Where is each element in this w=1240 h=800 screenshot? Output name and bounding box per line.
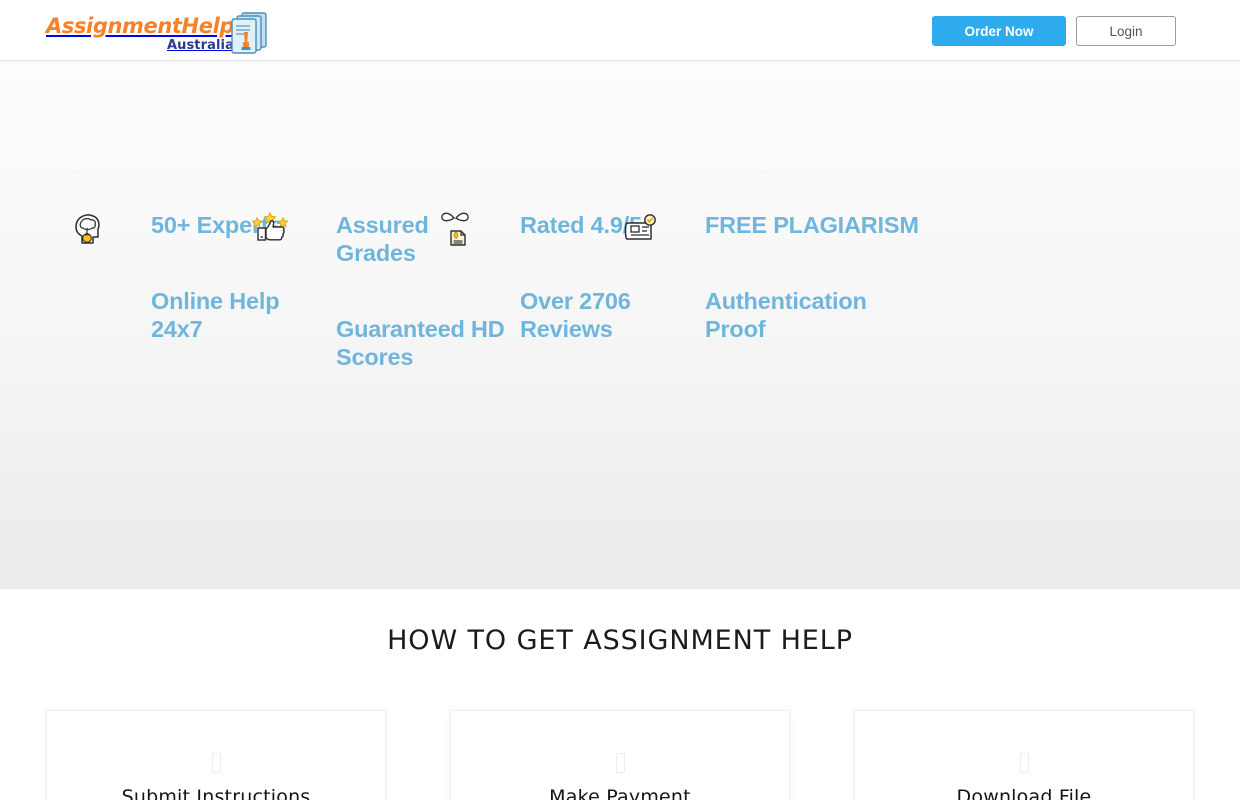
site-logo[interactable]: AssignmentHelp Australia — [46, 4, 270, 56]
document-stack-pen-icon — [228, 8, 270, 56]
missing-glyph-icon: □ — [1019, 753, 1029, 773]
feature-rated-subtitle: Over 2706 Reviews — [520, 288, 631, 342]
how-to-cards: □ Submit Instructions □ Make Payment □ D… — [46, 710, 1194, 800]
site-header: AssignmentHelp Australia Order Now Login — [0, 0, 1240, 61]
brain-head-lightbulb-icon — [64, 207, 110, 253]
feature-plagiarism-title: FREE PLAGIARISM — [705, 212, 919, 238]
logo-sub-text: Australia — [166, 38, 234, 53]
hero-section: □ □ 50+ Experts Online Help 24x7 — [0, 61, 1240, 589]
step-card-label: Make Payment — [549, 786, 691, 800]
feature-grades: Assured Grades Guaranteed HD Scores — [336, 211, 506, 371]
header-actions: Order Now Login — [932, 16, 1176, 46]
feature-plagiarism-subtitle: Authentication Proof — [705, 288, 867, 342]
missing-glyph-icon: □ — [615, 753, 625, 773]
how-to-section: HOW TO GET ASSIGNMENT HELP □ Submit Inst… — [0, 589, 1240, 800]
login-button[interactable]: Login — [1076, 16, 1176, 46]
order-now-button[interactable]: Order Now — [932, 16, 1066, 46]
logo-main-text: AssignmentHelp — [46, 14, 234, 38]
how-to-title: HOW TO GET ASSIGNMENT HELP — [387, 625, 853, 656]
logo-text: AssignmentHelp Australia — [46, 16, 234, 56]
report-check-badge-icon — [617, 205, 663, 251]
award-certificate-icon — [433, 205, 479, 251]
feature-grades-subtitle: Guaranteed HD Scores — [336, 316, 505, 370]
feature-strip: □ □ 50+ Experts Online Help 24x7 — [0, 61, 1240, 370]
feature-experts-subtitle: Online Help 24x7 — [151, 288, 280, 342]
step-card-download-file[interactable]: □ Download File — [854, 710, 1194, 800]
missing-glyph-icon: □ — [211, 753, 221, 773]
feature-plagiarism: FREE PLAGIARISM Authentication Proof — [705, 211, 920, 343]
missing-glyph-icon-right: □ — [758, 171, 767, 191]
step-card-submit-instructions[interactable]: □ Submit Instructions — [46, 710, 386, 800]
step-card-label: Download File — [956, 786, 1092, 800]
missing-glyph-icon-left: □ — [70, 171, 79, 191]
feature-grades-title: Assured Grades — [336, 212, 429, 266]
thumbs-up-stars-icon — [249, 205, 295, 251]
step-card-label: Submit Instructions — [121, 786, 311, 800]
step-card-make-payment[interactable]: □ Make Payment — [450, 710, 790, 800]
